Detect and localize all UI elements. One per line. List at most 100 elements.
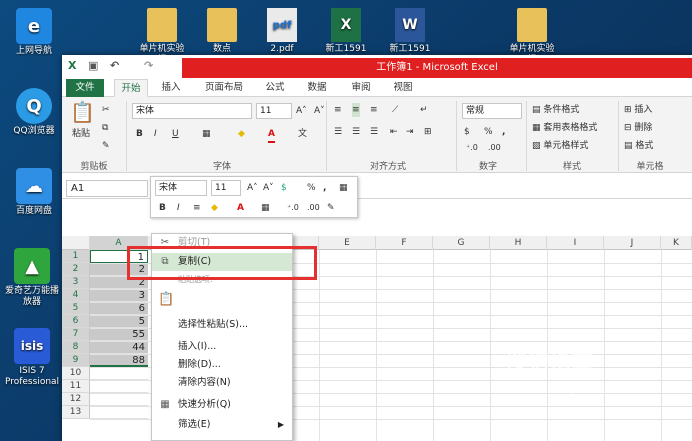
wrap-text-icon[interactable]: ↵: [420, 103, 428, 117]
tab-file[interactable]: 文件: [66, 79, 104, 97]
increase-decimal-icon[interactable]: ⁺.0: [466, 141, 478, 155]
italic-button[interactable]: I: [154, 127, 157, 141]
mini-percent-button[interactable]: %: [307, 181, 316, 195]
mini-increase-decimal-icon[interactable]: ⁺.0: [287, 201, 299, 215]
copy-icon[interactable]: ⧉: [102, 121, 108, 135]
mini-borders-icon[interactable]: ▦: [261, 201, 270, 215]
menu-item-quick-analysis[interactable]: ▦ 快速分析(Q): [152, 396, 292, 414]
cell-a7[interactable]: 55: [90, 328, 148, 341]
merge-center-icon[interactable]: ⊞: [424, 125, 432, 139]
mini-bold-button[interactable]: B: [159, 201, 166, 215]
underline-button[interactable]: U: [172, 127, 179, 141]
cell-a12[interactable]: [90, 393, 148, 406]
cell-a5[interactable]: 6: [90, 302, 148, 315]
desktop-icon-qq-browser[interactable]: Q QQ浏览器: [2, 88, 66, 137]
row-header[interactable]: 7: [62, 328, 90, 341]
row-header[interactable]: 6: [62, 315, 90, 328]
align-bottom-icon[interactable]: ≡: [370, 103, 378, 117]
fill-color-icon[interactable]: ◆: [238, 127, 245, 141]
column-header[interactable]: I: [547, 236, 604, 250]
undo-icon[interactable]: ↶: [110, 59, 119, 72]
decrease-decimal-icon[interactable]: .00: [488, 141, 501, 155]
conditional-format-button[interactable]: ▤ 条件格式: [532, 103, 579, 117]
column-header[interactable]: F: [376, 236, 433, 250]
grow-font-button[interactable]: A˄: [296, 104, 307, 118]
borders-icon[interactable]: ▦: [202, 127, 211, 141]
tab-home[interactable]: 开始: [114, 79, 148, 97]
menu-item-clear-contents[interactable]: 清除内容(N): [152, 374, 292, 392]
paste-icon[interactable]: 📋: [70, 101, 95, 123]
mini-font-color-icon[interactable]: A: [237, 201, 244, 215]
column-header[interactable]: H: [490, 236, 547, 250]
cell-a8[interactable]: 44: [90, 341, 148, 354]
mini-grow-font-icon[interactable]: A˄: [247, 181, 258, 195]
row-header[interactable]: 11: [62, 380, 90, 393]
desktop-icon-isis[interactable]: isis ISIS 7 Professional: [2, 328, 62, 388]
font-size-select[interactable]: 11: [256, 103, 292, 119]
desktop-icon-browser-nav[interactable]: e 上网导航: [2, 8, 66, 57]
format-cells-button[interactable]: ▤ 格式: [624, 139, 653, 153]
redo-icon[interactable]: ↷: [144, 59, 153, 72]
desktop-icon-baidu-pan[interactable]: ☁ 百度网盘: [2, 168, 66, 217]
column-header[interactable]: G: [433, 236, 490, 250]
tab-formulas[interactable]: 公式: [258, 79, 292, 97]
column-header[interactable]: E: [319, 236, 376, 250]
percent-button[interactable]: %: [484, 125, 493, 139]
paste-button[interactable]: 粘贴: [72, 127, 90, 141]
mini-number-format-icon[interactable]: $: [281, 181, 287, 195]
mini-font-select[interactable]: 宋体: [155, 180, 207, 196]
tab-view[interactable]: 视图: [386, 79, 420, 97]
mini-comma-button[interactable]: ,: [323, 181, 326, 195]
row-header[interactable]: 8: [62, 341, 90, 354]
column-header[interactable]: J: [604, 236, 661, 250]
decrease-indent-icon[interactable]: ⇤: [390, 125, 398, 139]
align-top-icon[interactable]: ≡: [334, 103, 342, 117]
mini-clear-icon[interactable]: ✎: [327, 201, 335, 215]
cell-styles-button[interactable]: ▧ 单元格样式: [532, 139, 588, 153]
number-format-select[interactable]: 常规: [462, 103, 522, 119]
row-header[interactable]: 2: [62, 263, 90, 276]
tab-data[interactable]: 数据: [300, 79, 334, 97]
align-left-icon[interactable]: ☰: [334, 125, 342, 139]
currency-icon[interactable]: $: [464, 125, 470, 139]
cut-icon[interactable]: ✂: [102, 103, 110, 117]
tab-insert[interactable]: 插入: [154, 79, 188, 97]
tab-review[interactable]: 审阅: [344, 79, 378, 97]
tab-page-layout[interactable]: 页面布局: [198, 79, 250, 97]
name-box[interactable]: A1: [66, 180, 148, 197]
comma-button[interactable]: ,: [502, 125, 505, 139]
cell-a6[interactable]: 5: [90, 315, 148, 328]
row-header[interactable]: 10: [62, 367, 90, 380]
row-header[interactable]: 1: [62, 250, 90, 263]
format-as-table-button[interactable]: ▦ 套用表格格式: [532, 121, 597, 135]
menu-item-filter[interactable]: 筛选(E) ▶: [152, 416, 292, 434]
mini-shrink-font-icon[interactable]: A˅: [263, 181, 274, 195]
save-icon[interactable]: ▣: [88, 59, 98, 72]
mini-italic-button[interactable]: I: [177, 201, 180, 215]
menu-item-paste-special[interactable]: 选择性粘贴(S)...: [152, 316, 292, 334]
align-right-icon[interactable]: ☰: [370, 125, 378, 139]
mini-format-painter-icon[interactable]: ▦: [339, 181, 348, 195]
mini-decrease-decimal-icon[interactable]: .00: [307, 201, 320, 215]
format-painter-icon[interactable]: ✎: [102, 139, 110, 153]
cell-a13[interactable]: [90, 406, 148, 419]
shrink-font-button[interactable]: A˅: [314, 104, 325, 118]
row-header[interactable]: 3: [62, 276, 90, 289]
increase-indent-icon[interactable]: ⇥: [406, 125, 414, 139]
align-middle-icon[interactable]: ≡: [352, 103, 360, 117]
row-header[interactable]: 12: [62, 393, 90, 406]
menu-item-paste-icon[interactable]: 📋: [152, 289, 292, 313]
font-color-button[interactable]: A: [268, 127, 275, 143]
insert-cells-button[interactable]: ⊞ 插入: [624, 103, 652, 117]
cell-a9[interactable]: 88: [90, 354, 148, 367]
orientation-icon[interactable]: ⟋: [392, 103, 398, 117]
menu-item-delete[interactable]: 删除(D)...: [152, 356, 292, 374]
row-header[interactable]: 5: [62, 302, 90, 315]
bold-button[interactable]: B: [136, 127, 143, 141]
cell-a10[interactable]: [90, 367, 148, 380]
column-header[interactable]: K: [661, 236, 692, 250]
desktop-icon-iqiyi-player[interactable]: ▲ 爱奇艺万能播放器: [2, 248, 62, 308]
mini-align-center-icon[interactable]: ≡: [193, 201, 201, 215]
row-header[interactable]: 9: [62, 354, 90, 367]
mini-fill-color-icon[interactable]: ◆: [211, 201, 218, 215]
